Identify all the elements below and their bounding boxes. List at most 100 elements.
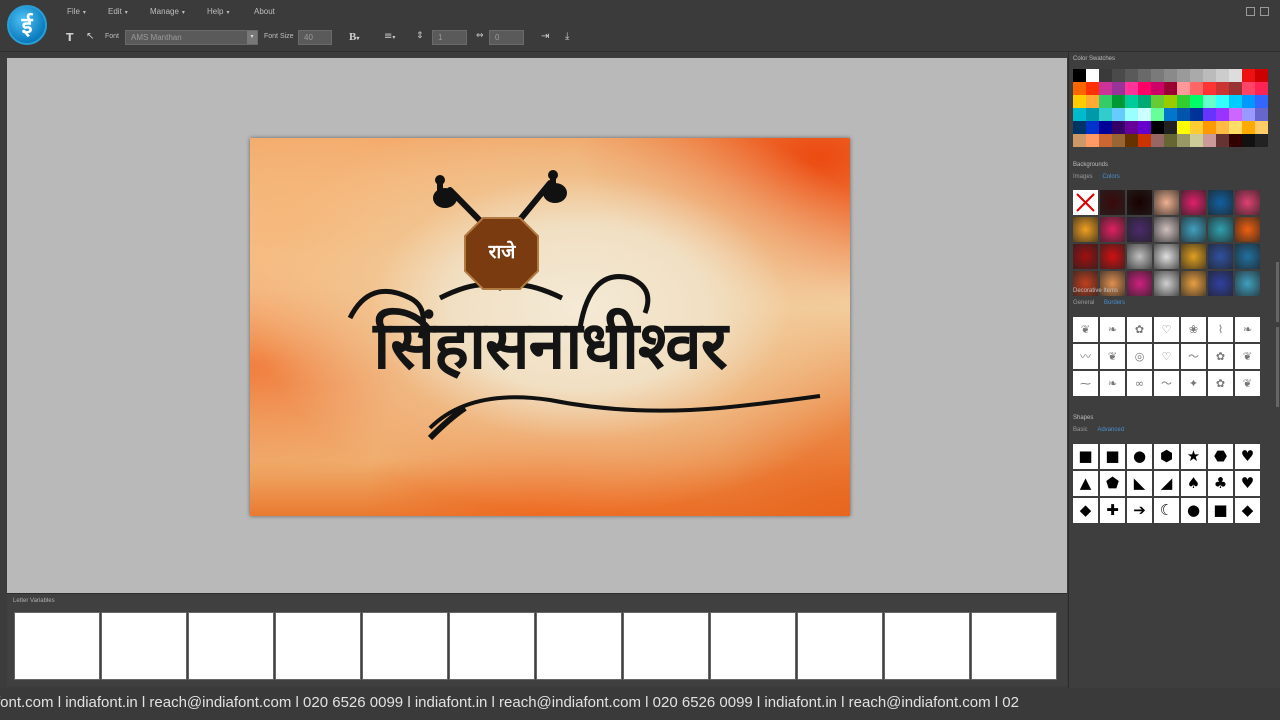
color-swatch[interactable] bbox=[1125, 69, 1138, 82]
background-tile[interactable] bbox=[1235, 217, 1260, 242]
color-swatch[interactable] bbox=[1164, 121, 1177, 134]
color-swatch[interactable] bbox=[1112, 82, 1125, 95]
letter-variable-cell[interactable] bbox=[101, 612, 187, 680]
color-swatch[interactable] bbox=[1073, 69, 1086, 82]
bold-button[interactable]: B▾ bbox=[349, 31, 359, 43]
chevron-down-icon[interactable]: ▾ bbox=[247, 31, 257, 44]
shape-tile[interactable]: ➔ bbox=[1127, 498, 1152, 523]
background-tile[interactable] bbox=[1235, 244, 1260, 269]
color-swatch[interactable] bbox=[1125, 108, 1138, 121]
color-swatch[interactable] bbox=[1112, 108, 1125, 121]
color-swatch[interactable] bbox=[1125, 121, 1138, 134]
color-swatch[interactable] bbox=[1138, 69, 1151, 82]
background-tile[interactable] bbox=[1154, 271, 1179, 296]
shape-tile[interactable]: ■ bbox=[1100, 444, 1125, 469]
shape-tile[interactable]: ◢ bbox=[1154, 471, 1179, 496]
shape-tile[interactable]: ▲ bbox=[1073, 471, 1098, 496]
color-swatch[interactable] bbox=[1086, 95, 1099, 108]
decorative-item-tile[interactable]: ❦ bbox=[1100, 344, 1125, 369]
decorative-item-tile[interactable]: ✿ bbox=[1208, 344, 1233, 369]
letter-variable-cell[interactable] bbox=[797, 612, 883, 680]
decorative-item-tile[interactable]: ❦ bbox=[1073, 317, 1098, 342]
no-background-tile[interactable] bbox=[1073, 190, 1098, 215]
color-swatch[interactable] bbox=[1151, 69, 1164, 82]
background-tile[interactable] bbox=[1100, 217, 1125, 242]
background-tile[interactable] bbox=[1127, 271, 1152, 296]
letter-variable-cell[interactable] bbox=[362, 612, 448, 680]
color-swatch[interactable] bbox=[1242, 134, 1255, 147]
color-swatch[interactable] bbox=[1138, 134, 1151, 147]
color-swatch[interactable] bbox=[1216, 134, 1229, 147]
color-swatch[interactable] bbox=[1086, 108, 1099, 121]
color-swatch[interactable] bbox=[1112, 95, 1125, 108]
color-swatch[interactable] bbox=[1216, 82, 1229, 95]
color-swatch[interactable] bbox=[1099, 69, 1112, 82]
background-tile[interactable] bbox=[1208, 244, 1233, 269]
decorative-item-tile[interactable]: ❧ bbox=[1100, 371, 1125, 396]
decorative-item-tile[interactable]: ✿ bbox=[1127, 317, 1152, 342]
line-spacing-input[interactable]: 1 bbox=[432, 30, 467, 45]
color-swatch[interactable] bbox=[1086, 69, 1099, 82]
shape-tile[interactable]: ⬟ bbox=[1100, 471, 1125, 496]
color-swatch[interactable] bbox=[1099, 134, 1112, 147]
color-swatch[interactable] bbox=[1216, 121, 1229, 134]
letter-spacing-input[interactable]: 0 bbox=[489, 30, 524, 45]
color-swatch[interactable] bbox=[1229, 69, 1242, 82]
tab-borders[interactable]: Borders bbox=[1104, 300, 1125, 306]
restore-window-icon[interactable] bbox=[1246, 7, 1255, 16]
emblem-text[interactable]: राजे bbox=[483, 238, 521, 264]
decorative-item-tile[interactable]: ♡ bbox=[1154, 317, 1179, 342]
design-card[interactable]: राजे सिंहासनाधीश्वर bbox=[250, 138, 850, 516]
shape-tile[interactable]: ♠ bbox=[1181, 471, 1206, 496]
color-swatch[interactable] bbox=[1190, 82, 1203, 95]
color-swatch[interactable] bbox=[1086, 82, 1099, 95]
font-size-input[interactable]: 40 bbox=[298, 30, 332, 45]
title-text[interactable]: सिंहासनाधीश्वर bbox=[350, 298, 750, 388]
align-left-icon[interactable]: ≡▾ bbox=[384, 31, 395, 42]
color-swatch[interactable] bbox=[1151, 82, 1164, 95]
color-swatch[interactable] bbox=[1203, 121, 1216, 134]
shape-tile[interactable]: ♣ bbox=[1208, 471, 1233, 496]
tab-advanced[interactable]: Advanced bbox=[1097, 427, 1124, 433]
color-swatch[interactable] bbox=[1073, 134, 1086, 147]
flip-vertical-icon[interactable]: ⤓ bbox=[565, 31, 569, 42]
letter-variable-cell[interactable] bbox=[971, 612, 1057, 680]
color-swatch[interactable] bbox=[1229, 108, 1242, 121]
color-swatch[interactable] bbox=[1229, 134, 1242, 147]
decorative-item-tile[interactable]: 〜 bbox=[1154, 371, 1179, 396]
letter-variable-cell[interactable] bbox=[536, 612, 622, 680]
color-swatch[interactable] bbox=[1242, 69, 1255, 82]
shape-tile[interactable]: ★ bbox=[1181, 444, 1206, 469]
color-swatch[interactable] bbox=[1190, 108, 1203, 121]
shape-tile[interactable]: ■ bbox=[1208, 498, 1233, 523]
maximize-window-icon[interactable] bbox=[1260, 7, 1269, 16]
color-swatch[interactable] bbox=[1177, 108, 1190, 121]
decorative-item-tile[interactable]: 〜 bbox=[1181, 344, 1206, 369]
color-swatch[interactable] bbox=[1073, 82, 1086, 95]
color-swatch[interactable] bbox=[1125, 134, 1138, 147]
color-swatch[interactable] bbox=[1138, 82, 1151, 95]
decorative-item-tile[interactable]: ∞ bbox=[1127, 371, 1152, 396]
color-swatch[interactable] bbox=[1099, 121, 1112, 134]
color-swatch[interactable] bbox=[1112, 121, 1125, 134]
color-swatch[interactable] bbox=[1255, 95, 1268, 108]
background-tile[interactable] bbox=[1100, 190, 1125, 215]
color-swatch[interactable] bbox=[1086, 121, 1099, 134]
color-swatch[interactable] bbox=[1151, 134, 1164, 147]
color-swatch[interactable] bbox=[1229, 95, 1242, 108]
color-swatch[interactable] bbox=[1151, 121, 1164, 134]
letter-variable-cell[interactable] bbox=[449, 612, 535, 680]
color-swatch[interactable] bbox=[1164, 134, 1177, 147]
shape-tile[interactable]: ⬣ bbox=[1208, 444, 1233, 469]
decorative-item-tile[interactable]: ⁓ bbox=[1073, 371, 1098, 396]
color-swatch[interactable] bbox=[1125, 82, 1138, 95]
shape-tile[interactable]: ■ bbox=[1073, 444, 1098, 469]
tab-colors[interactable]: Colors bbox=[1102, 174, 1119, 180]
background-tile[interactable] bbox=[1208, 271, 1233, 296]
color-swatch[interactable] bbox=[1190, 69, 1203, 82]
letter-variable-cell[interactable] bbox=[710, 612, 796, 680]
menu-help[interactable]: Help ▾ bbox=[207, 7, 229, 16]
background-tile[interactable] bbox=[1208, 190, 1233, 215]
color-swatch[interactable] bbox=[1099, 95, 1112, 108]
flip-horizontal-icon[interactable]: ⇥ bbox=[541, 31, 549, 42]
